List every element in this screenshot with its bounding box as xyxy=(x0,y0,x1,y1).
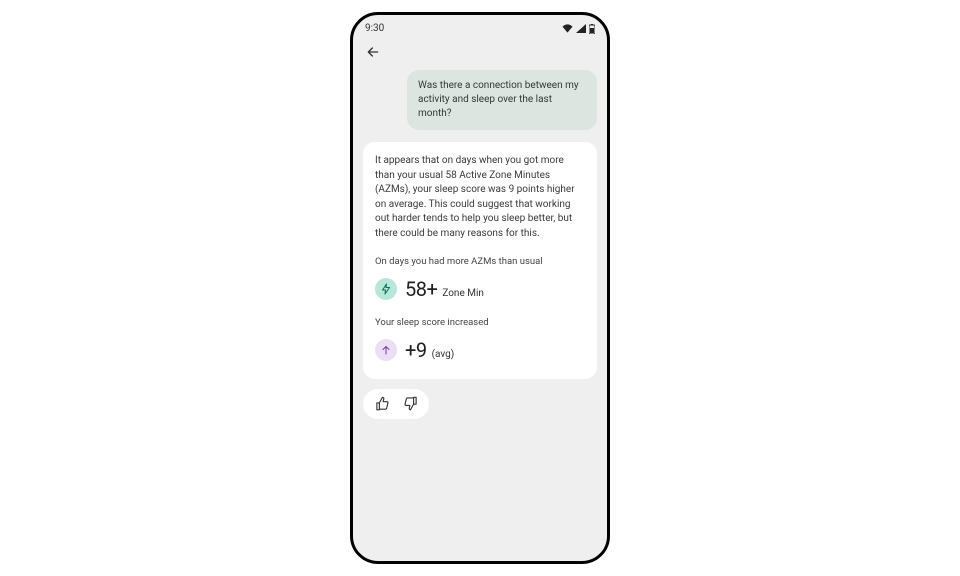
feedback-bar xyxy=(363,389,429,419)
status-icons xyxy=(562,24,595,34)
sleep-stat-row: +9 (avg) xyxy=(375,336,585,365)
thumbs-down-icon xyxy=(403,396,418,411)
azm-icon-chip xyxy=(375,278,397,300)
azm-stat-label: On days you had more AZMs than usual xyxy=(375,255,585,269)
phone-frame: 9:30 Was there a connection between my xyxy=(350,12,610,564)
battery-icon xyxy=(589,24,595,34)
azm-stat-unit: Zone Min xyxy=(442,287,484,304)
bolt-icon xyxy=(380,283,392,295)
sleep-stat-unit: (avg) xyxy=(432,348,455,365)
thumbs-up-icon xyxy=(375,396,390,411)
status-time: 9:30 xyxy=(365,23,384,34)
azm-stat-value: 58+ xyxy=(405,275,437,304)
back-button[interactable] xyxy=(363,42,383,62)
thumbs-up-button[interactable] xyxy=(373,395,391,413)
sleep-stat-value: +9 xyxy=(405,336,427,365)
thumbs-down-button[interactable] xyxy=(401,395,419,413)
arrow-up-icon xyxy=(380,344,392,356)
arrow-left-icon xyxy=(365,44,381,60)
wifi-icon xyxy=(562,24,573,33)
azm-stat-row: 58+ Zone Min xyxy=(375,275,585,304)
user-message-text: Was there a connection between my activi… xyxy=(418,80,579,119)
signal-icon xyxy=(576,24,586,33)
status-bar: 9:30 xyxy=(353,15,607,38)
stage: 9:30 Was there a connection between my xyxy=(0,0,960,576)
assistant-response-card: It appears that on days when you got mor… xyxy=(363,142,597,379)
assistant-lead-text: It appears that on days when you got mor… xyxy=(375,154,585,241)
user-message-bubble: Was there a connection between my activi… xyxy=(407,70,597,130)
sleep-icon-chip xyxy=(375,339,397,361)
toolbar xyxy=(353,38,607,70)
sleep-stat-label: Your sleep score increased xyxy=(375,316,585,330)
conversation: Was there a connection between my activi… xyxy=(353,70,607,561)
